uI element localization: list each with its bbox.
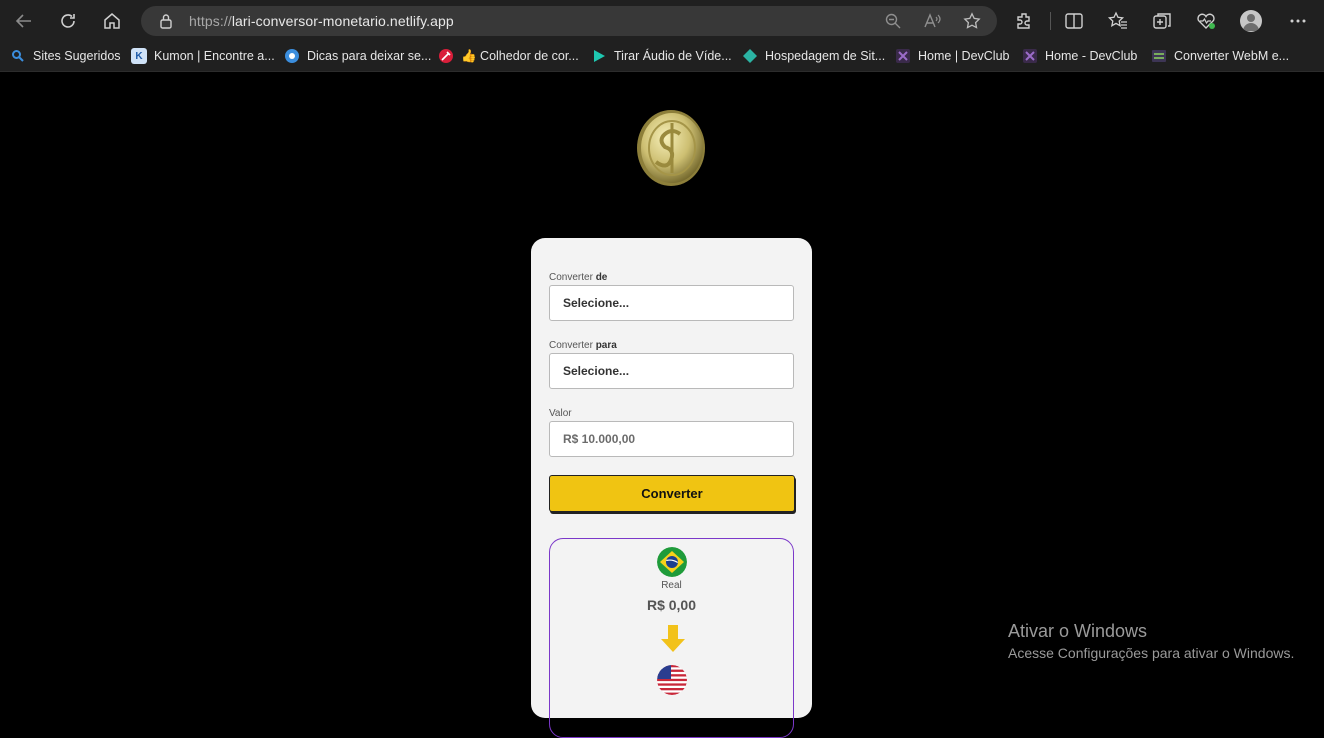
bookmark-item[interactable]: Home | DevClub xyxy=(895,47,1009,65)
search-icon xyxy=(12,50,24,62)
diamond-icon xyxy=(743,49,757,63)
bookmark-label: Converter WebM e... xyxy=(1174,49,1290,63)
browser-essentials-icon[interactable] xyxy=(1195,10,1217,32)
bookmarks-bar: Sites Sugeridos K Kumon | Encontre a... … xyxy=(0,41,1324,72)
to-currency-select[interactable]: Selecione... xyxy=(549,353,794,389)
reload-button[interactable] xyxy=(55,8,81,34)
picker-icon xyxy=(439,49,453,63)
extensions-icon[interactable] xyxy=(1014,10,1036,32)
read-aloud-icon[interactable] xyxy=(923,12,941,30)
back-button[interactable] xyxy=(11,8,37,34)
bookmark-label: Kumon | Encontre a... xyxy=(154,49,275,63)
favorites-icon[interactable] xyxy=(1107,10,1129,32)
split-screen-icon[interactable] xyxy=(1063,10,1085,32)
lock-icon xyxy=(160,14,172,29)
bookmark-label: Hospedagem de Sit... xyxy=(765,49,886,63)
bookmark-label: 👍 Colhedor de cor... xyxy=(461,48,579,63)
bookmark-label: Dicas para deixar se... xyxy=(307,49,432,63)
bookmark-item[interactable]: Hospedagem de Sit... xyxy=(742,47,885,65)
bookmark-label: Home - DevClub xyxy=(1045,49,1138,63)
url-protocol: https:// xyxy=(189,13,232,29)
usa-flag-icon xyxy=(657,665,687,695)
amount-input[interactable]: R$ 10.000,00 xyxy=(549,421,794,457)
reload-icon xyxy=(61,14,75,28)
conversion-result-box: Real R$ 0,00 xyxy=(549,538,794,738)
to-currency-label: Converter para xyxy=(549,340,617,351)
play-icon xyxy=(594,50,605,62)
devclub-icon xyxy=(896,49,910,63)
arrow-down-icon xyxy=(661,625,685,652)
watermark-title: Ativar o Windows xyxy=(1008,621,1148,641)
converter-card: Converter de Selecione... Converter para… xyxy=(531,238,812,738)
home-button[interactable] xyxy=(99,8,125,34)
profile-avatar[interactable] xyxy=(1240,10,1262,32)
from-currency-label: Converter de xyxy=(549,272,608,283)
convert-button[interactable]: Converter xyxy=(549,475,795,512)
favorite-star-icon[interactable] xyxy=(963,12,981,30)
source-currency-value: R$ 0,00 xyxy=(646,597,697,613)
bookmark-label: Sites Sugeridos xyxy=(33,49,121,63)
gear-icon xyxy=(285,49,299,63)
watermark-subtitle: Acesse Configurações para ativar o Windo… xyxy=(1008,645,1295,661)
bookmark-item[interactable]: Tirar Áudio de Víde... xyxy=(591,47,732,65)
url-host: lari-conversor-monetario.netlify.app xyxy=(231,13,454,29)
more-menu-icon[interactable] xyxy=(1287,10,1309,32)
brazil-flag-icon xyxy=(657,547,687,577)
collections-icon[interactable] xyxy=(1151,10,1173,32)
browser-toolbar: https://lari-conversor-monetario.netlify… xyxy=(0,0,1324,41)
bookmark-item[interactable]: Sites Sugeridos xyxy=(10,47,121,65)
home-icon xyxy=(104,13,120,29)
bookmark-item[interactable]: K Kumon | Encontre a... xyxy=(131,47,275,65)
bookmark-item[interactable]: 👍 Colhedor de cor... xyxy=(438,47,579,65)
user-icon xyxy=(1243,14,1259,31)
back-arrow-icon xyxy=(15,14,31,28)
from-currency-select[interactable]: Selecione... xyxy=(549,285,794,321)
address-bar[interactable]: https://lari-conversor-monetario.netlify… xyxy=(141,6,997,36)
coin-logo xyxy=(637,110,705,186)
bookmark-item[interactable]: Converter WebM e... xyxy=(1151,47,1289,65)
page-content: Converter de Selecione... Converter para… xyxy=(0,73,1324,738)
source-currency-name: Real xyxy=(661,580,682,591)
k-icon: K xyxy=(131,48,147,64)
amount-label: Valor xyxy=(549,408,572,419)
windows-activation-watermark: Ativar o Windows Acesse Configurações pa… xyxy=(1008,621,1294,661)
toolbar-separator xyxy=(1050,12,1051,30)
url-text[interactable]: https://lari-conversor-monetario.netlify… xyxy=(189,13,454,29)
bookmark-label: Tirar Áudio de Víde... xyxy=(614,49,732,63)
bookmark-item[interactable]: Dicas para deixar se... xyxy=(284,47,431,65)
bookmark-label: Home | DevClub xyxy=(918,49,1010,63)
webm-icon xyxy=(1152,50,1166,62)
devclub-icon xyxy=(1023,49,1037,63)
zoom-icon[interactable] xyxy=(884,12,902,30)
bookmark-item[interactable]: Home - DevClub xyxy=(1022,47,1137,65)
